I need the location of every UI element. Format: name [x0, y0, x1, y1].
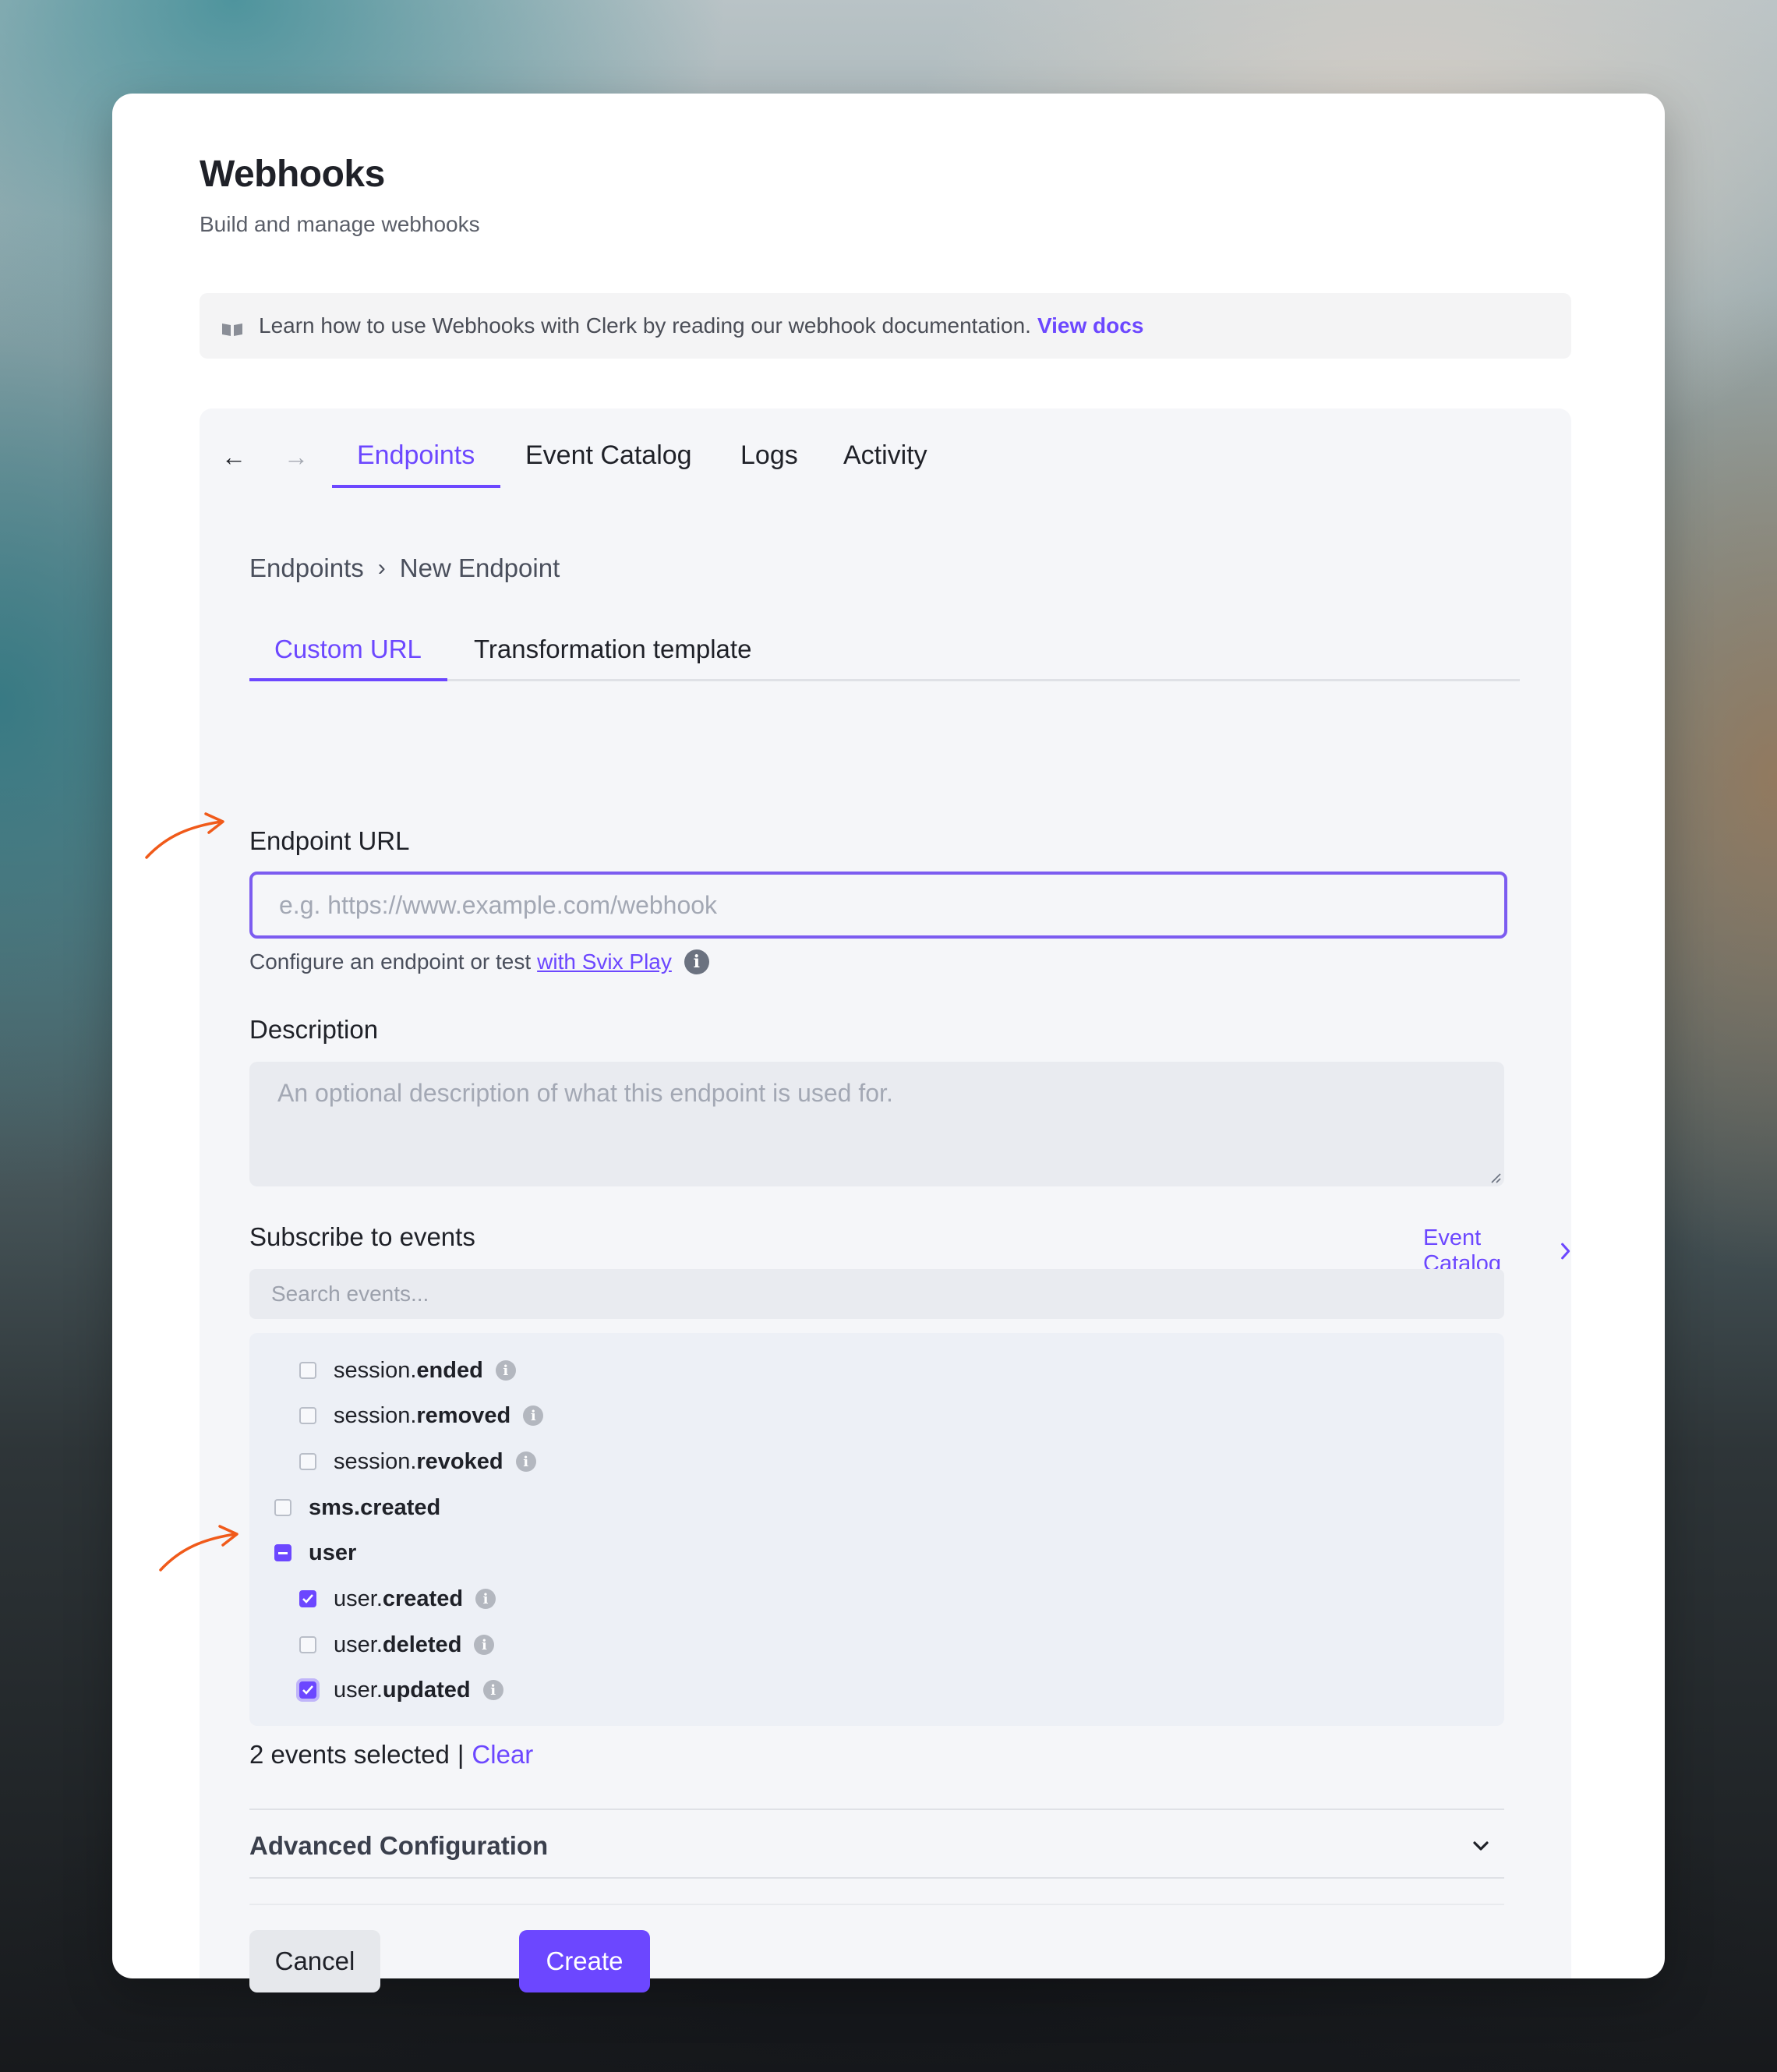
- check-icon: [302, 1685, 313, 1695]
- endpoint-panel: ← → Endpoints Event Catalog Logs Activit…: [200, 408, 1571, 1992]
- resize-handle-icon[interactable]: [1489, 1171, 1501, 1183]
- info-icon[interactable]: i: [515, 1451, 536, 1472]
- event-sms-created[interactable]: sms.created: [274, 1492, 440, 1523]
- description-label: Description: [249, 1015, 379, 1044]
- breadcrumb-current: New Endpoint: [399, 553, 560, 582]
- event-session-ended[interactable]: session. ended i: [299, 1355, 516, 1386]
- info-icon[interactable]: i: [474, 1635, 495, 1655]
- back-arrow-icon[interactable]: ←: [221, 443, 246, 472]
- chevron-right-icon: ›: [377, 555, 386, 581]
- event-group-user[interactable]: user: [274, 1537, 356, 1568]
- divider: [249, 1904, 1504, 1905]
- info-icon[interactable]: i: [475, 1589, 496, 1609]
- tab-transformation-template[interactable]: Transformation template: [474, 635, 751, 664]
- pipe-separator: |: [457, 1740, 465, 1769]
- divider: [249, 1877, 1504, 1879]
- sub-tab-indicator: [249, 678, 447, 681]
- chevron-right-icon: [1560, 1243, 1570, 1260]
- event-checkbox[interactable]: [299, 1362, 316, 1379]
- create-button[interactable]: Create: [519, 1930, 650, 1992]
- annotation-arrow-icon: [145, 812, 224, 859]
- events-list: session. ended i session. removed i sessio…: [249, 1333, 1504, 1726]
- event-user-updated[interactable]: user. updated i: [299, 1674, 503, 1706]
- info-icon[interactable]: i: [482, 1680, 503, 1700]
- advanced-configuration-label: Advanced Configuration: [249, 1831, 549, 1860]
- forward-arrow-icon[interactable]: →: [284, 443, 309, 472]
- tab-custom-url[interactable]: Custom URL: [274, 635, 422, 664]
- event-user-created[interactable]: user. created i: [299, 1583, 496, 1614]
- event-checkbox[interactable]: [299, 1453, 316, 1470]
- event-session-revoked[interactable]: session. revoked i: [299, 1446, 536, 1477]
- event-checkbox[interactable]: [299, 1590, 316, 1607]
- annotation-arrow-icon: [159, 1525, 238, 1572]
- info-icon[interactable]: i: [523, 1405, 544, 1426]
- breadcrumb: Endpoints › New Endpoint: [249, 553, 560, 583]
- info-icon[interactable]: i: [684, 949, 709, 974]
- breadcrumb-endpoints[interactable]: Endpoints: [249, 553, 364, 583]
- partial-checkbox[interactable]: [274, 1544, 291, 1561]
- selected-count: 2 events selected: [249, 1740, 450, 1769]
- page-title: Webhooks: [200, 154, 385, 195]
- tab-endpoints[interactable]: Endpoints: [357, 430, 475, 486]
- minus-icon: [278, 1551, 288, 1554]
- book-icon: [221, 318, 243, 336]
- helper-text: Configure an endpoint or test: [249, 949, 532, 974]
- event-checkbox[interactable]: [299, 1681, 316, 1699]
- subscribe-events-label: Subscribe to events: [249, 1222, 475, 1251]
- selected-events-summary: 2 events selected | Clear: [249, 1740, 533, 1770]
- tab-activity[interactable]: Activity: [843, 430, 927, 486]
- check-icon: [302, 1594, 313, 1604]
- chevron-down-icon: [1473, 1841, 1489, 1851]
- event-checkbox[interactable]: [274, 1499, 291, 1516]
- page-subtitle: Build and manage webhooks: [200, 212, 480, 236]
- cancel-button[interactable]: Cancel: [249, 1930, 380, 1992]
- docs-banner-text: Learn how to use Webhooks with Clerk by …: [259, 313, 1031, 338]
- sub-tabs: Custom URL Transformation template: [249, 635, 1520, 681]
- view-docs-link[interactable]: View docs: [1037, 313, 1143, 338]
- docs-banner: Learn how to use Webhooks with Clerk by …: [200, 293, 1571, 359]
- webhooks-card: Webhooks Build and manage webhooks Learn…: [112, 94, 1665, 1992]
- event-user-deleted[interactable]: user. deleted i: [299, 1629, 495, 1660]
- endpoint-url-helper: Configure an endpoint or test with Svix …: [249, 949, 709, 974]
- endpoint-url-label: Endpoint URL: [249, 826, 410, 855]
- endpoint-url-input[interactable]: [249, 872, 1507, 939]
- info-icon[interactable]: i: [495, 1360, 516, 1381]
- description-textarea[interactable]: [249, 1062, 1504, 1186]
- svix-play-link[interactable]: with Svix Play: [537, 949, 672, 974]
- search-events-input[interactable]: [249, 1269, 1504, 1319]
- active-tab-indicator: [332, 485, 500, 488]
- event-checkbox[interactable]: [299, 1407, 316, 1424]
- advanced-configuration-toggle[interactable]: Advanced Configuration: [249, 1810, 1504, 1882]
- clear-selection-link[interactable]: Clear: [472, 1740, 533, 1770]
- event-checkbox[interactable]: [299, 1636, 316, 1653]
- tab-logs[interactable]: Logs: [740, 430, 798, 486]
- tab-event-catalog[interactable]: Event Catalog: [525, 430, 692, 486]
- event-session-removed[interactable]: session. removed i: [299, 1400, 544, 1431]
